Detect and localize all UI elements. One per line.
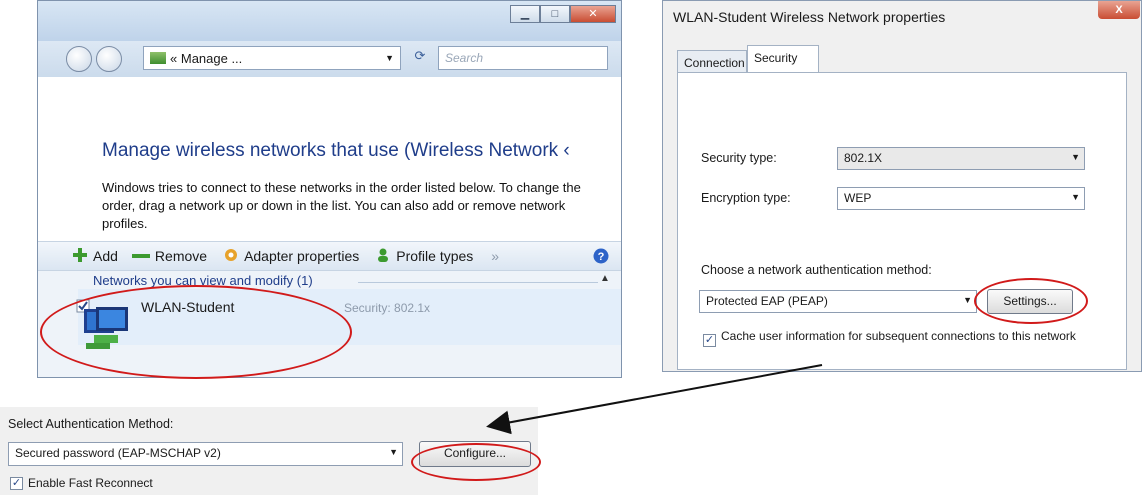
annotation-arrow [486, 364, 823, 435]
